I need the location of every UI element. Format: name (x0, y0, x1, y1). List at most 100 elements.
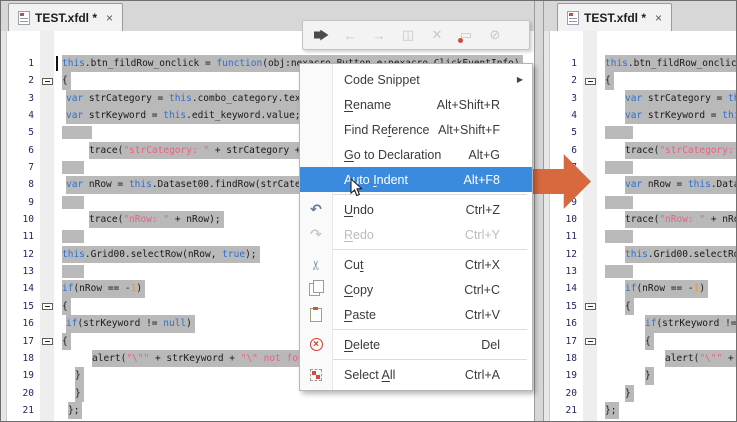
xfdl-file-icon (18, 11, 30, 25)
line-number: 11 (550, 228, 577, 245)
line-number: 19 (7, 367, 34, 384)
code-line: this.btn_fildRow_onclick = function(obj:… (605, 55, 737, 72)
menu-item-auto-indent[interactable]: Auto IndentAlt+F8 (300, 167, 532, 192)
code-editor-right[interactable]: 123456789101112131415161718192021this.bt… (544, 31, 737, 422)
line-number: 6 (550, 142, 577, 159)
menu-item-shortcut: Ctrl+A (465, 368, 500, 382)
bookmark-prev-icon[interactable]: ← (340, 25, 360, 45)
code-line (605, 263, 737, 280)
code-line (605, 124, 737, 141)
menu-item-label: Cut (344, 258, 363, 272)
tab-right-test-xfdl[interactable]: TEST.xfdl * × (557, 3, 672, 31)
menu-item-label: Copy (344, 283, 373, 297)
redo-icon (310, 226, 322, 243)
line-number: 5 (550, 124, 577, 141)
menu-item-cut[interactable]: Cut Ctrl+X (300, 252, 532, 277)
code-line: this.Grid00.selectRow(nRow, true); (605, 246, 737, 263)
undo-icon (310, 201, 322, 218)
menu-item-label: Delete (344, 338, 380, 352)
line-number: 17 (550, 333, 577, 350)
menu-item-redo[interactable]: Redo Ctrl+Y (300, 222, 532, 247)
line-number: 3 (550, 90, 577, 107)
xfdl-file-icon (567, 11, 579, 25)
cut-icon (311, 257, 322, 273)
menu-separator (305, 249, 527, 250)
code-line (605, 194, 737, 211)
line-number: 10 (550, 211, 577, 228)
code-line (605, 228, 737, 245)
fold-marker[interactable] (585, 78, 596, 85)
submenu-arrow-icon: ▶ (517, 75, 523, 84)
menu-item-shortcut: Alt+F8 (464, 173, 500, 187)
menu-item-go-to-declaration[interactable]: Go to Declaration Alt+G (300, 142, 532, 167)
menu-item-shortcut: Alt+Shift+R (437, 98, 500, 112)
context-menu: Code Snippet ▶ Rename Alt+Shift+R Find Refer… (299, 63, 533, 391)
menu-item-shortcut: Alt+Shift+F (438, 123, 500, 137)
code-line: } (605, 385, 737, 402)
tab-left-test-xfdl[interactable]: TEST.xfdl * × (8, 3, 123, 31)
breakpoint-toggle-icon[interactable]: ▭ (456, 25, 476, 45)
menu-item-undo[interactable]: UndoCtrl+Z (300, 197, 532, 222)
line-number: 3 (7, 90, 34, 107)
line-number: 17 (7, 333, 34, 350)
line-number: 6 (7, 142, 34, 159)
menu-item-find-reference[interactable]: Find ReferenceAlt+Shift+F (300, 117, 532, 142)
line-number: 21 (550, 402, 577, 419)
code-line (605, 159, 737, 176)
bookmark-clear-icon[interactable]: ✕ (427, 25, 447, 45)
line-number: 20 (7, 385, 34, 402)
line-number: 18 (7, 350, 34, 367)
code-line: { (605, 298, 737, 315)
tabbar-right: TEST.xfdl * × (544, 1, 737, 32)
bookmark-show-icon[interactable]: ◫ (398, 25, 418, 45)
fold-marker[interactable] (42, 338, 53, 345)
menu-item-label: Go to Declaration (344, 148, 441, 162)
menu-item-label: Redo (344, 228, 374, 242)
menu-item-rename[interactable]: Rename Alt+Shift+R (300, 92, 532, 117)
menu-item-shortcut: Ctrl+X (465, 258, 500, 272)
fold-marker[interactable] (585, 338, 596, 345)
menu-item-copy[interactable]: Copy Ctrl+C (300, 277, 532, 302)
editor-panel-right: TEST.xfdl * × 12345678910111213141516171… (543, 1, 737, 422)
line-number: 8 (7, 176, 34, 193)
code-line: trace("nRow: " + nRow); (605, 211, 737, 228)
menu-item-code-snippet[interactable]: Code Snippet ▶ (300, 67, 532, 92)
line-number: 16 (7, 315, 34, 332)
menu-item-label: Rename (344, 98, 391, 112)
menu-item-label: Select All (344, 368, 395, 382)
code-line: var nRow = this.Dataset00.findRow(strCat… (605, 176, 737, 193)
line-number: 12 (550, 246, 577, 263)
bookmark-next-icon[interactable]: → (369, 25, 389, 45)
code-line: trace("strCategory: " + strCategory + ",… (605, 142, 737, 159)
line-number: 21 (7, 402, 34, 419)
tab-close-icon[interactable]: × (106, 11, 113, 25)
fold-marker[interactable] (585, 303, 596, 310)
menu-item-label: Code Snippet (344, 73, 420, 87)
fold-marker[interactable] (42, 78, 53, 85)
line-number: 1 (550, 55, 577, 72)
menu-item-paste[interactable]: PasteCtrl+V (300, 302, 532, 327)
fold-marker[interactable] (42, 303, 53, 310)
line-number-gutter: 123456789101112131415161718192021 (7, 31, 40, 422)
code-line: { (605, 333, 737, 350)
line-number: 12 (7, 246, 34, 263)
code-area: this.btn_fildRow_onclick = function(obj:… (597, 31, 737, 422)
tab-title: TEST.xfdl * (584, 11, 646, 25)
menu-item-shortcut: Ctrl+C (464, 283, 500, 297)
menu-item-delete[interactable]: ×DeleteDel (300, 332, 532, 357)
delete-icon: × (310, 338, 323, 351)
code-line: var strCategory = this.combo_category.te… (605, 90, 737, 107)
line-number: 20 (550, 385, 577, 402)
menu-separator (305, 329, 527, 330)
run-script-icon[interactable] (311, 25, 331, 45)
code-line: var strKeyword = this.edit_keyword.value… (605, 107, 737, 124)
menu-item-shortcut: Alt+G (468, 148, 500, 162)
menu-item-shortcut: Ctrl+Z (466, 203, 500, 217)
breakpoint-clear-icon[interactable]: ⊘ (485, 25, 505, 45)
menu-item-shortcut: Ctrl+Y (465, 228, 500, 242)
menu-item-select-all[interactable]: Select All Ctrl+A (300, 362, 532, 387)
fold-gutter (40, 31, 54, 422)
code-line: alert("\"" + strKeyword + "\" not found"… (605, 350, 737, 367)
tab-close-icon[interactable]: × (655, 11, 662, 25)
code-line: if(nRow == -1) (605, 280, 737, 297)
